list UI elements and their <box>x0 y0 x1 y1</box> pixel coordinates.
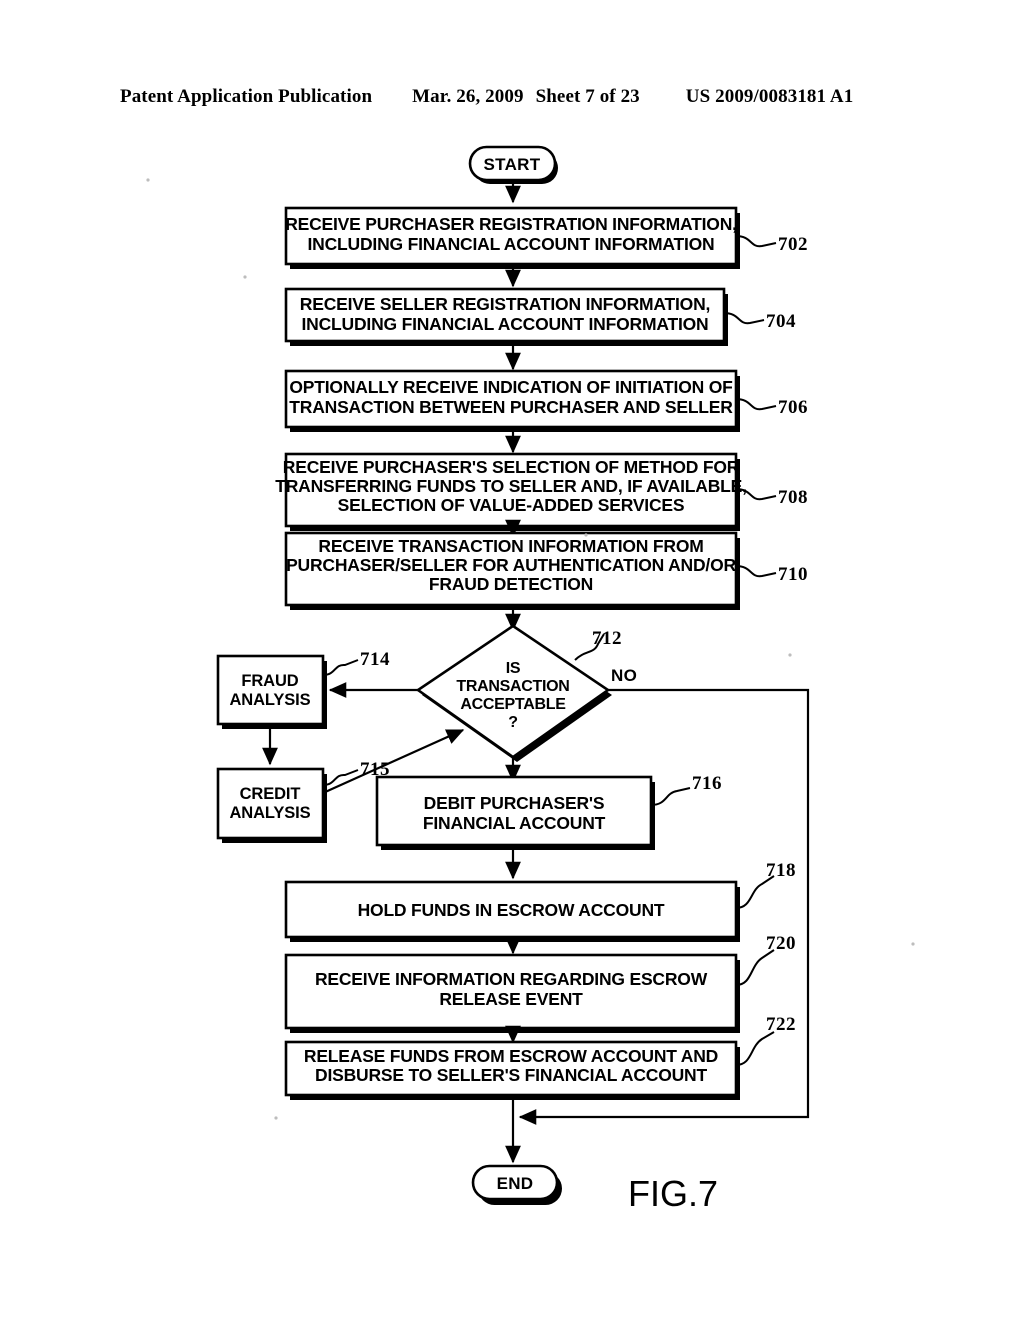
scan-speck <box>243 275 247 279</box>
node-start: START <box>468 145 558 184</box>
process-box-715-credit-analysis: CREDIT ANALYSIS <box>216 767 327 843</box>
process-710-line-3: FRAUD DETECTION <box>429 574 593 594</box>
scan-speck <box>584 533 588 537</box>
process-706-line-1: OPTIONALLY RECEIVE INDICATION OF INITIAT… <box>289 377 733 397</box>
process-714-line-2: ANALYSIS <box>229 691 310 709</box>
process-706-line-2: TRANSACTION BETWEEN PURCHASER AND SELLER <box>289 397 733 417</box>
process-714-line-1: FRAUD <box>241 672 298 690</box>
process-722-line-1: RELEASE FUNDS FROM ESCROW ACCOUNT AND <box>304 1046 718 1066</box>
ref-number-706: 706 <box>778 397 808 418</box>
process-704-line-1: RECEIVE SELLER REGISTRATION INFORMATION, <box>300 294 710 314</box>
process-708-line-1: RECEIVE PURCHASER'S SELECTION OF METHOD … <box>283 457 740 477</box>
decision-712-line-3: ACCEPTABLE <box>460 696 566 713</box>
process-720-line-2: RELEASE EVENT <box>439 989 583 1009</box>
scan-speck <box>911 942 915 946</box>
process-704-line-2: INCLUDING FINANCIAL ACCOUNT INFORMATION <box>302 314 709 334</box>
process-box-716: DEBIT PURCHASER'S FINANCIAL ACCOUNT <box>375 775 655 850</box>
ref-number-710: 710 <box>778 564 808 585</box>
process-box-722: RELEASE FUNDS FROM ESCROW ACCOUNT AND DI… <box>284 1040 740 1100</box>
ref-number-720: 720 <box>766 933 796 954</box>
process-708-line-2: TRANSFERRING FUNDS TO SELLER AND, IF AVA… <box>275 476 747 496</box>
process-box-706: OPTIONALLY RECEIVE INDICATION OF INITIAT… <box>284 369 740 432</box>
ref-number-714: 714 <box>360 649 390 670</box>
scan-speck <box>274 1116 278 1120</box>
process-722-line-2: DISBURSE TO SELLER'S FINANCIAL ACCOUNT <box>315 1065 707 1085</box>
process-702-line-1: RECEIVE PURCHASER REGISTRATION INFORMATI… <box>285 214 737 234</box>
process-718-line-1: HOLD FUNDS IN ESCROW ACCOUNT <box>358 900 665 920</box>
flowchart-figure-7: START RECEIVE PURCHASER REGISTRATION INF… <box>146 145 915 1214</box>
process-box-720: RECEIVE INFORMATION REGARDING ESCROW REL… <box>284 953 740 1033</box>
ref-number-708: 708 <box>778 487 808 508</box>
scan-speck <box>788 653 792 657</box>
decision-712-line-4: ? <box>508 714 517 731</box>
process-box-714-fraud-analysis: FRAUD ANALYSIS <box>216 654 327 729</box>
node-end-label: END <box>497 1174 534 1193</box>
ref-number-716: 716 <box>692 773 722 794</box>
decision-diamond-712: IS TRANSACTION ACCEPTABLE ? <box>415 624 612 762</box>
ref-number-702: 702 <box>778 234 808 255</box>
figure-label: FIG.7 <box>628 1173 718 1214</box>
scan-speck <box>146 178 150 182</box>
ref-number-704: 704 <box>766 311 796 332</box>
patent-page: Patent Application Publication Mar. 26, … <box>0 0 1024 1320</box>
decision-no-label: NO <box>611 666 637 685</box>
process-710-line-2: PURCHASER/SELLER FOR AUTHENTICATION AND/… <box>286 555 736 575</box>
process-708-line-3: SELECTION OF VALUE-ADDED SERVICES <box>338 495 685 515</box>
decision-712-line-1: IS <box>506 660 521 677</box>
process-702-line-2: INCLUDING FINANCIAL ACCOUNT INFORMATION <box>308 234 715 254</box>
process-box-710: RECEIVE TRANSACTION INFORMATION FROM PUR… <box>284 531 740 610</box>
process-710-line-1: RECEIVE TRANSACTION INFORMATION FROM <box>318 536 703 556</box>
process-716-line-1: DEBIT PURCHASER'S <box>424 793 605 813</box>
node-start-label: START <box>484 155 541 174</box>
process-box-718: HOLD FUNDS IN ESCROW ACCOUNT <box>284 880 740 942</box>
ref-number-712: 712 <box>592 628 622 649</box>
process-715-line-2: ANALYSIS <box>229 804 310 822</box>
process-716-line-2: FINANCIAL ACCOUNT <box>423 813 606 833</box>
process-box-702: RECEIVE PURCHASER REGISTRATION INFORMATI… <box>284 206 740 269</box>
ref-number-718: 718 <box>766 860 796 881</box>
ref-number-722: 722 <box>766 1014 796 1035</box>
process-box-708: RECEIVE PURCHASER'S SELECTION OF METHOD … <box>275 452 747 531</box>
process-720-line-1: RECEIVE INFORMATION REGARDING ESCROW <box>315 969 708 989</box>
node-end: END <box>471 1164 562 1205</box>
decision-712-line-2: TRANSACTION <box>456 678 569 695</box>
process-715-line-1: CREDIT <box>240 785 301 803</box>
process-box-704: RECEIVE SELLER REGISTRATION INFORMATION,… <box>284 287 728 346</box>
